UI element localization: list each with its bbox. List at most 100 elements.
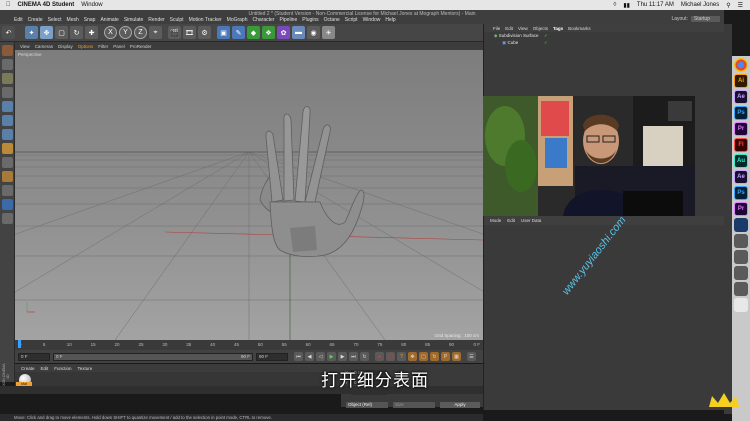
hand-model[interactable] bbox=[259, 106, 365, 257]
floor-icon[interactable]: ▬ bbox=[292, 26, 305, 39]
loop-icon[interactable]: ↻ bbox=[360, 352, 369, 361]
menu-sculpt[interactable]: Sculpt bbox=[170, 17, 184, 23]
model-mode-icon[interactable] bbox=[2, 59, 13, 70]
object-menu-edit[interactable]: Edit bbox=[505, 26, 513, 31]
viewport-menu-filter[interactable]: Filter bbox=[98, 44, 108, 49]
wifi-icon[interactable]: ◊ bbox=[613, 2, 616, 8]
visibility-toggle-icon[interactable]: ✓ bbox=[544, 39, 548, 46]
object-menu-bookmarks[interactable]: Bookmarks bbox=[568, 26, 591, 31]
cube-object-icon[interactable]: ▣ bbox=[217, 26, 230, 39]
scale-tool-icon[interactable]: ▢ bbox=[55, 26, 68, 39]
coordinate-system-icon[interactable]: ⌖ bbox=[149, 26, 162, 39]
z-axis-lock[interactable]: Z bbox=[134, 26, 147, 39]
key-parameter-icon[interactable]: P bbox=[441, 352, 450, 361]
live-selection-icon[interactable]: ✦ bbox=[25, 26, 38, 39]
manager-side-tabs[interactable] bbox=[724, 24, 732, 414]
undo-icon[interactable]: ↶ bbox=[2, 26, 15, 39]
locked-workplane-icon[interactable] bbox=[2, 199, 13, 210]
blender-icon[interactable] bbox=[734, 234, 748, 248]
quantize-icon[interactable] bbox=[2, 185, 13, 196]
battery-icon[interactable]: ▮▮ bbox=[623, 2, 630, 9]
ae-icon[interactable]: Ae bbox=[734, 90, 748, 104]
finder-icon[interactable] bbox=[734, 282, 748, 296]
x-axis-lock[interactable]: X bbox=[104, 26, 117, 39]
menu-render[interactable]: Render bbox=[148, 17, 164, 23]
points-mode-icon[interactable] bbox=[2, 101, 13, 112]
key-rotation-icon[interactable]: ↻ bbox=[430, 352, 439, 361]
key-pla-icon[interactable]: ▦ bbox=[452, 352, 461, 361]
playhead[interactable] bbox=[18, 340, 21, 348]
go-to-start-icon[interactable]: ⏮ bbox=[294, 352, 303, 361]
snap-icon[interactable] bbox=[2, 171, 13, 182]
menu-edit[interactable]: Edit bbox=[14, 17, 23, 23]
attribute-menu-edit[interactable]: Edit bbox=[507, 216, 515, 225]
object-menu-file[interactable]: File bbox=[493, 26, 500, 31]
autokey-icon[interactable]: ◯ bbox=[386, 352, 395, 361]
tweak-mode-icon[interactable] bbox=[2, 157, 13, 168]
viewport-menu-view[interactable]: View bbox=[20, 44, 30, 49]
planar-workplane-icon[interactable] bbox=[2, 213, 13, 224]
menu-mograph[interactable]: MoGraph bbox=[227, 17, 248, 23]
menu-motion-tracker[interactable]: Motion Tracker bbox=[189, 17, 222, 23]
menu-mesh[interactable]: Mesh bbox=[67, 17, 79, 23]
menu-window[interactable]: Window bbox=[363, 17, 381, 23]
terminal-icon[interactable] bbox=[734, 266, 748, 280]
perspective-viewport[interactable]: Perspective Grid Spacing : 100 cm bbox=[15, 50, 483, 340]
app-menu[interactable]: CINEMA 4D Student bbox=[18, 2, 75, 8]
pr-icon[interactable]: Pr bbox=[734, 122, 748, 136]
camera-icon[interactable]: ◉ bbox=[307, 26, 320, 39]
object-menu-tags[interactable]: Tags bbox=[553, 26, 563, 31]
pen-spline-icon[interactable]: ✎ bbox=[232, 26, 245, 39]
window-menu[interactable]: Window bbox=[81, 2, 102, 8]
key-scale-icon[interactable]: ▢ bbox=[419, 352, 428, 361]
render-picture-viewer-icon[interactable]: 🎞 bbox=[183, 26, 196, 39]
record-key-icon[interactable]: ● bbox=[375, 352, 384, 361]
layout-selector[interactable]: Layout: Startup bbox=[671, 16, 720, 22]
timeline-menu-icon[interactable]: ☰ bbox=[467, 352, 476, 361]
menu-list-icon[interactable]: ☰ bbox=[738, 2, 743, 9]
menu-help[interactable]: Help bbox=[385, 17, 395, 23]
pr2-icon[interactable]: Pr bbox=[734, 202, 748, 216]
render-settings-icon[interactable]: ⚙ bbox=[198, 26, 211, 39]
array-icon[interactable]: ❖ bbox=[262, 26, 275, 39]
menu-pipeline[interactable]: Pipeline bbox=[279, 17, 297, 23]
layout-dropdown[interactable]: Startup bbox=[690, 16, 720, 22]
trash-icon[interactable] bbox=[734, 298, 748, 312]
viewport-menu-cameras[interactable]: Cameras bbox=[35, 44, 53, 49]
ps2-icon[interactable]: Ps bbox=[734, 186, 748, 200]
object-row[interactable]: ◆ Subdivision Surface ✓ bbox=[484, 32, 724, 39]
user-name[interactable]: Michael Jones bbox=[681, 2, 719, 8]
menu-octane[interactable]: Octane bbox=[324, 17, 340, 23]
viewport-menu-panel[interactable]: Panel bbox=[113, 44, 125, 49]
end-frame-field[interactable]: 90 F bbox=[256, 352, 288, 361]
deformer-icon[interactable]: ✿ bbox=[277, 26, 290, 39]
recent-tools-icon[interactable]: ✚ bbox=[85, 26, 98, 39]
move-tool-icon[interactable]: ✥ bbox=[40, 26, 53, 39]
apple-menu-icon[interactable]:  bbox=[6, 2, 11, 8]
timeline-ruler[interactable]: 051015202530354045505560657075808590 0 F bbox=[15, 340, 483, 350]
menu-plugins[interactable]: Plugins bbox=[302, 17, 318, 23]
visibility-toggle-icon[interactable]: ✓ bbox=[544, 32, 548, 39]
prev-key-icon[interactable]: ◀ bbox=[305, 352, 314, 361]
edges-mode-icon[interactable] bbox=[2, 115, 13, 126]
menu-simulate[interactable]: Simulate bbox=[124, 17, 143, 23]
subdivision-surface-icon[interactable]: ◆ bbox=[247, 26, 260, 39]
current-frame-field[interactable]: 0 F bbox=[18, 352, 50, 361]
polygons-mode-icon[interactable] bbox=[2, 129, 13, 140]
texture-mode-icon[interactable] bbox=[2, 73, 13, 84]
object-row[interactable]: ▣ Cube ✓ bbox=[484, 39, 724, 46]
attribute-menu-user-data[interactable]: User Data bbox=[521, 216, 541, 225]
y-axis-lock[interactable]: Y bbox=[119, 26, 132, 39]
preview-range-slider[interactable]: 0 F 90 F bbox=[53, 352, 253, 361]
object-menu-objects[interactable]: Objects bbox=[533, 26, 548, 31]
play-icon[interactable]: ▶ bbox=[327, 352, 336, 361]
render-view-icon[interactable]: 🎬 bbox=[168, 26, 181, 39]
play-backwards-icon[interactable]: ◁ bbox=[316, 352, 325, 361]
viewport-menu-prorender[interactable]: ProRender bbox=[130, 44, 152, 49]
make-editable-icon[interactable] bbox=[2, 45, 13, 56]
menu-select[interactable]: Select bbox=[48, 17, 62, 23]
light-icon[interactable]: ☀ bbox=[322, 26, 335, 39]
keyframe-selection-icon[interactable]: ? bbox=[397, 352, 406, 361]
size-mode-dropdown[interactable]: Size bbox=[393, 402, 435, 408]
menu-create[interactable]: Create bbox=[28, 17, 43, 23]
